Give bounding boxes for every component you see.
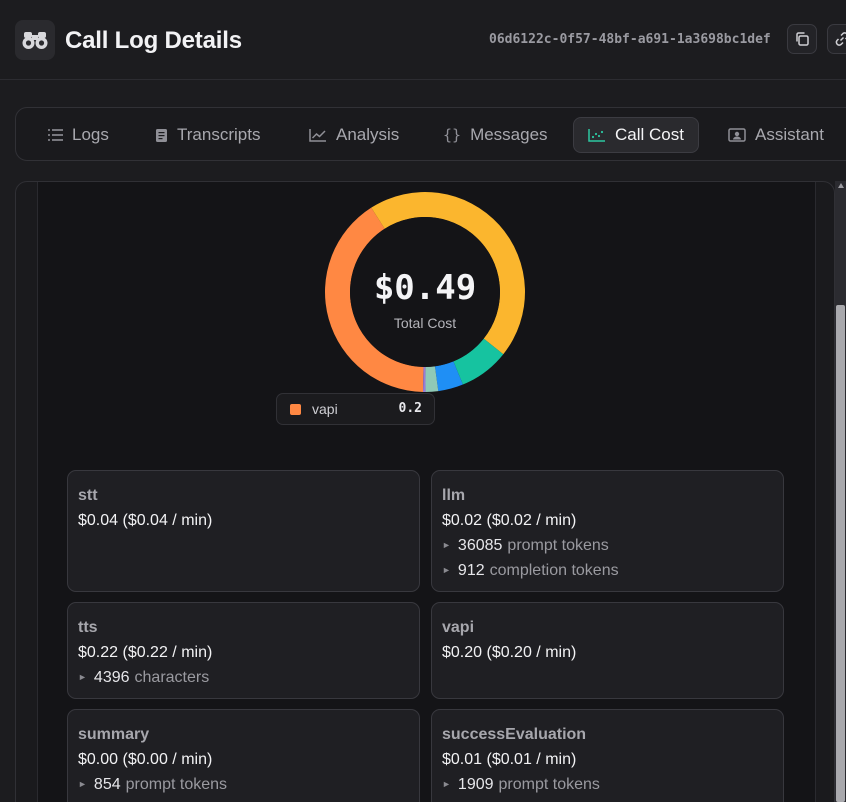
page-header: Call Log Details 06d6122c-0f57-48bf-a691… — [0, 0, 846, 80]
call-id: 06d6122c-0f57-48bf-a691-1a3698bc1def — [489, 32, 771, 47]
card-detail: ► 36085 prompt tokens — [442, 533, 773, 558]
detail-value: 4396 — [93, 669, 130, 686]
document-icon — [156, 128, 167, 142]
card-title: successEvaluation — [442, 726, 587, 743]
card-title: tts — [78, 619, 98, 636]
cost-card-vapi: vapi $0.20 ($0.20 / min) — [431, 602, 784, 699]
card-cost: $0.20 ($0.20 / min) — [442, 644, 577, 661]
tooltip-label: vapi — [312, 401, 338, 417]
card-detail: ► 854 prompt tokens — [78, 772, 409, 797]
tab-logs[interactable]: Logs — [33, 117, 123, 153]
card-title: vapi — [442, 619, 475, 636]
triangle-bullet-icon: ► — [78, 779, 87, 789]
tab-label: Assistant — [755, 125, 824, 144]
total-cost-value: $0.49 — [373, 268, 477, 308]
card-detail: ► 4396 characters — [78, 665, 409, 690]
triangle-bullet-icon: ► — [78, 672, 87, 682]
cost-card-llm: llm $0.02 ($0.02 / min) ► 36085 prompt t… — [431, 470, 784, 592]
line-chart-icon — [309, 129, 326, 142]
tab-label: Call Cost — [615, 125, 684, 144]
tab-analysis[interactable]: Analysis — [295, 117, 413, 153]
list-icon — [48, 129, 63, 141]
tab-transcripts[interactable]: Transcripts — [141, 117, 274, 153]
copy-icon — [796, 32, 809, 46]
triangle-bullet-icon: ► — [442, 779, 451, 789]
card-detail: ► 912 completion tokens — [442, 558, 773, 583]
card-title: llm — [442, 487, 466, 504]
braces-icon: {} — [443, 126, 462, 144]
page-title: Call Log Details — [65, 27, 242, 54]
tab-label: Logs — [72, 125, 109, 144]
detail-label: prompt tokens — [507, 537, 609, 554]
card-cost: $0.02 ($0.02 / min) — [442, 512, 577, 529]
cost-card-stt: stt $0.04 ($0.04 / min) — [67, 470, 420, 592]
tab-messages[interactable]: {} Messages — [429, 117, 562, 153]
detail-value: 36085 — [457, 537, 503, 554]
tab-assistant[interactable]: Assistant — [714, 117, 838, 153]
triangle-bullet-icon: ► — [442, 565, 451, 575]
link-icon — [835, 32, 846, 46]
binoculars-icon — [15, 20, 55, 60]
cost-card-summary: summary $0.00 ($0.00 / min) ► 854 prompt… — [67, 709, 420, 802]
tab-bar: Logs Transcripts Analysis {} Messages Ca… — [15, 107, 846, 161]
card-detail: ► 1909 prompt tokens — [442, 772, 773, 797]
tab-call-cost[interactable]: Call Cost — [573, 117, 699, 153]
tooltip-value: 0.2 — [398, 401, 422, 416]
cost-card-success-evaluation: successEvaluation $0.01 ($0.01 / min) ► … — [431, 709, 784, 802]
scroll-up-arrow[interactable] — [838, 183, 844, 188]
share-link-button[interactable] — [827, 24, 846, 54]
contact-card-icon — [728, 128, 746, 142]
copy-button[interactable] — [787, 24, 817, 54]
chart-tooltip: vapi 0.2 — [276, 393, 435, 425]
tab-label: Analysis — [336, 125, 400, 144]
cost-card-tts: tts $0.22 ($0.22 / min) ► 4396 character… — [67, 602, 420, 699]
scatter-chart-icon — [588, 129, 605, 142]
triangle-bullet-icon: ► — [442, 540, 451, 550]
detail-value: 854 — [93, 776, 121, 793]
detail-label: prompt tokens — [498, 776, 600, 793]
card-title: stt — [78, 487, 98, 504]
scrollbar-thumb[interactable] — [836, 305, 845, 802]
total-cost-label: Total Cost — [393, 315, 457, 331]
card-title: summary — [78, 726, 150, 743]
detail-value: 912 — [457, 562, 485, 579]
card-cost: $0.01 ($0.01 / min) — [442, 751, 577, 768]
card-cost: $0.04 ($0.04 / min) — [78, 512, 213, 529]
tab-label: Messages — [470, 125, 548, 144]
detail-value: 1909 — [457, 776, 494, 793]
tab-label: Transcripts — [177, 125, 261, 144]
detail-label: characters — [134, 669, 210, 686]
detail-label: prompt tokens — [125, 776, 228, 793]
tooltip-swatch — [290, 404, 301, 415]
detail-label: completion tokens — [489, 562, 619, 579]
card-cost: $0.00 ($0.00 / min) — [78, 751, 213, 768]
card-cost: $0.22 ($0.22 / min) — [78, 644, 213, 661]
